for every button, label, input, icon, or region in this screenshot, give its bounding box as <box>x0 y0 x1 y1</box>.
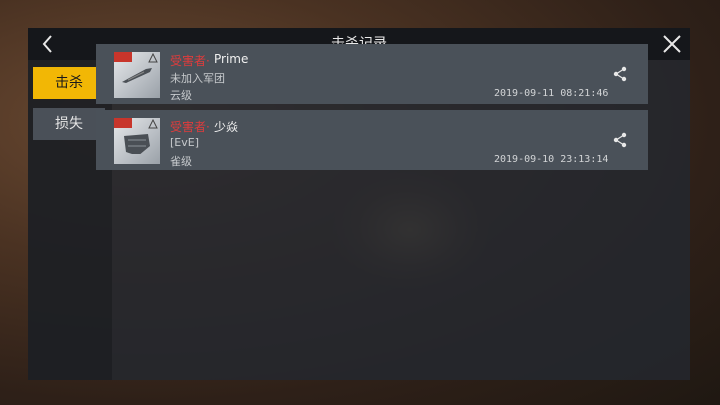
list-item[interactable]: 受害者· Prime 未加入军团 云级 2019-09-11 08:21:46 <box>96 44 648 104</box>
list-item[interactable]: 受害者· 少焱 [EvE] 雀级 2019-09-10 23:13:14 <box>96 110 648 170</box>
share-icon[interactable] <box>612 66 628 82</box>
victim-name: Prime <box>214 52 249 66</box>
victim-name: 少焱 <box>214 120 239 134</box>
corporation: [EvE] <box>170 136 199 149</box>
victim-label: 受害者· <box>170 54 210 68</box>
rank-badge <box>114 118 132 128</box>
tab-losses[interactable]: 损失 <box>33 108 105 140</box>
victim-label: 受害者· <box>170 120 210 134</box>
ship-class: 雀级 <box>170 155 192 168</box>
ship-class: 云级 <box>170 89 192 102</box>
tab-kills[interactable]: 击杀 <box>33 67 105 99</box>
ship-thumbnail <box>114 118 160 164</box>
close-icon <box>663 35 681 53</box>
ship-icon <box>122 68 152 83</box>
share-icon[interactable] <box>612 132 628 148</box>
ship-icon <box>124 134 150 154</box>
record-type-sidebar: 击杀 损失 <box>28 60 112 380</box>
kill-timestamp: 2019-09-10 23:13:14 <box>494 154 609 165</box>
kill-timestamp: 2019-09-11 08:21:46 <box>494 88 609 99</box>
triangle-icon <box>148 53 158 63</box>
ship-thumbnail <box>114 52 160 98</box>
corporation: 未加入军团 <box>170 72 225 85</box>
close-button[interactable] <box>660 32 684 56</box>
rank-badge <box>114 52 132 62</box>
